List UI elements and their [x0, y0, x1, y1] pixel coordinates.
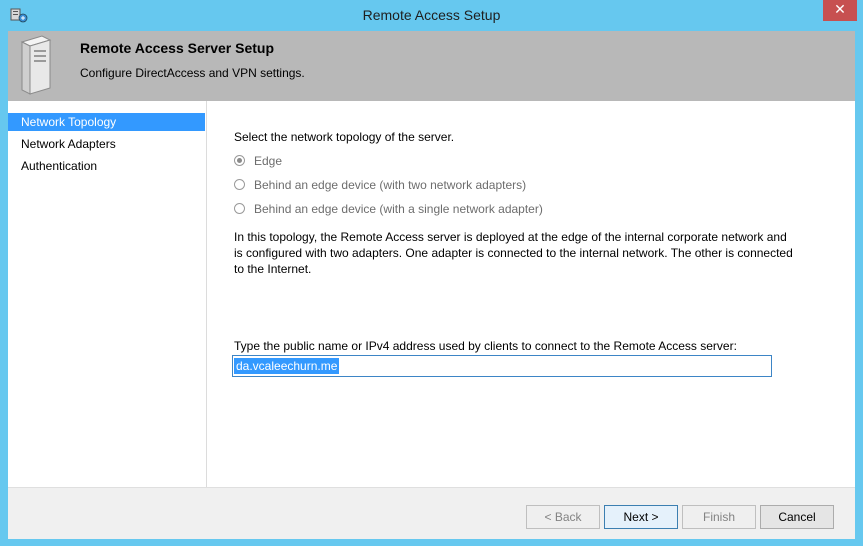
wizard-button-bar: < Back Next > Finish Cancel — [8, 487, 855, 539]
wizard-client-area: Remote Access Server Setup Configure Dir… — [8, 31, 855, 539]
window-title: Remote Access Setup — [362, 7, 501, 23]
title-bar[interactable]: Remote Access Setup ✕ — [0, 0, 863, 31]
nav-item-authentication[interactable]: Authentication — [8, 157, 205, 175]
radio-single-adapter-label: Behind an edge device (with a single net… — [254, 202, 543, 216]
radio-button[interactable] — [234, 179, 245, 190]
next-button[interactable]: Next > — [604, 505, 678, 529]
topology-description: In this topology, the Remote Access serv… — [234, 230, 793, 276]
public-address-label: Type the public name or IPv4 address use… — [234, 339, 737, 353]
radio-two-adapters-label: Behind an edge device (with two network … — [254, 178, 527, 192]
radio-button[interactable] — [234, 203, 245, 214]
nav-item-network-topology[interactable]: Network Topology — [8, 113, 205, 131]
wizard-page-content: Select the network topology of the serve… — [207, 101, 855, 487]
nav-item-network-adapters[interactable]: Network Adapters — [8, 135, 205, 153]
public-address-value[interactable]: da.vcaleechurn.me — [234, 358, 340, 374]
radio-edge-label: Edge — [254, 154, 283, 168]
back-button[interactable]: < Back — [526, 505, 600, 529]
radio-button-checked[interactable] — [234, 155, 245, 166]
topology-prompt: Select the network topology of the serve… — [234, 130, 455, 144]
remote-access-setup-window: Remote Access Setup ✕ Remote Access Serv… — [0, 0, 863, 546]
finish-button[interactable]: Finish — [682, 505, 756, 529]
close-icon: ✕ — [834, 2, 846, 18]
close-button[interactable]: ✕ — [823, 0, 857, 21]
wizard-subtitle: Configure DirectAccess and VPN settings. — [80, 66, 305, 80]
wizard-step-nav: Network Topology Network Adapters Authen… — [8, 101, 207, 487]
server-tower-icon — [20, 35, 52, 95]
public-address-input[interactable]: da.vcaleechurn.me — [232, 355, 772, 377]
cancel-button[interactable]: Cancel — [760, 505, 834, 529]
wizard-header: Remote Access Server Setup Configure Dir… — [8, 31, 855, 101]
wizard-title: Remote Access Server Setup — [80, 40, 275, 56]
